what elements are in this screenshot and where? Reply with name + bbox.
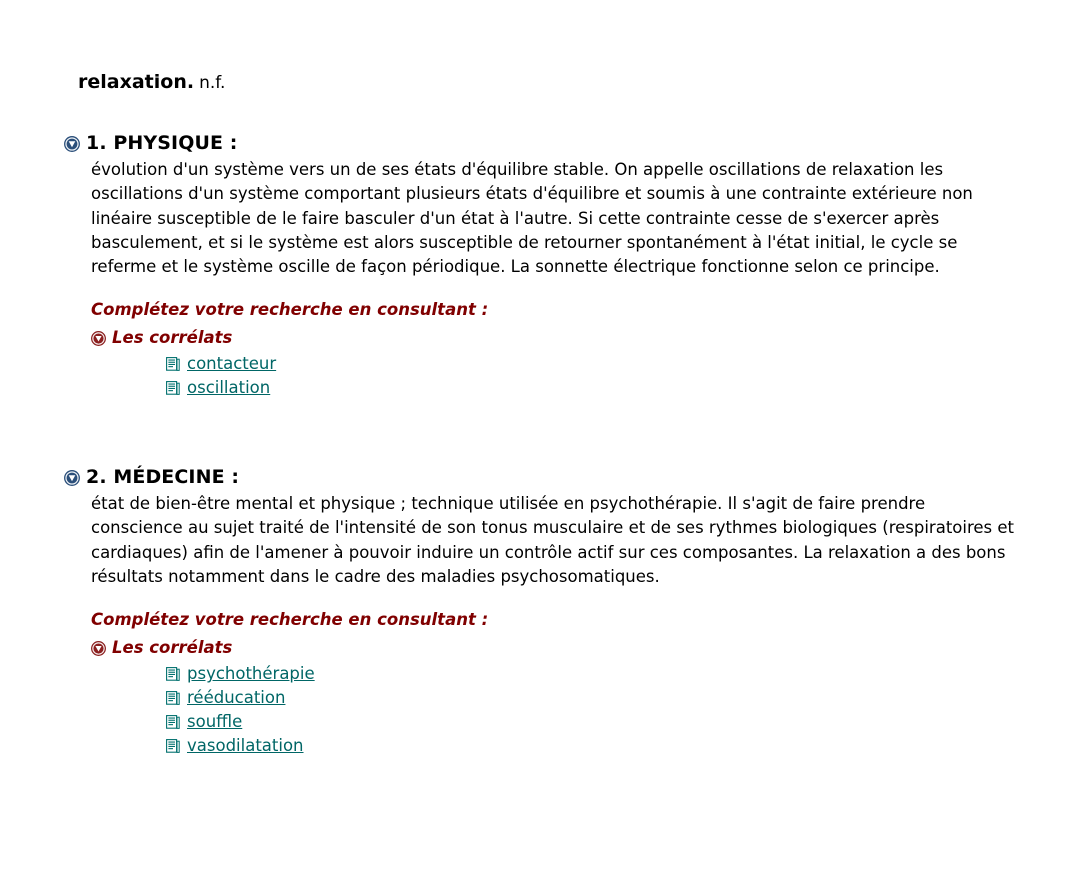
sense-heading-label: 2. MÉDECINE : (86, 466, 240, 488)
sense-heading-label: 1. PHYSIQUE : (86, 132, 238, 154)
page-title: relaxation. (78, 71, 195, 93)
correlat-link[interactable]: contacteur (187, 353, 276, 374)
list-item: vasodilatation (166, 735, 1024, 759)
correlat-link[interactable]: rééducation (187, 687, 285, 708)
correlat-link[interactable]: oscillation (187, 377, 270, 398)
correlats-link-list-2: psychothérapie rééducation souffle vasod… (91, 663, 1024, 759)
complete-research-title: Complétez votre recherche en consultant … (91, 610, 489, 630)
triangle-down-circle-red-icon (91, 641, 106, 657)
correlat-link[interactable]: souffle (187, 711, 242, 732)
triangle-down-circle-blue-icon (64, 136, 80, 152)
sense-definition-text: évolution d'un système vers un de ses ét… (91, 160, 973, 277)
correlats-label: Les corrélats (112, 328, 233, 348)
complete-research-block-1: Complétez votre recherche en consultant … (64, 299, 1024, 401)
document-icon (166, 715, 180, 730)
correlats-label: Les corrélats (112, 638, 233, 658)
correlats-heading-1: Les corrélats (91, 328, 1024, 348)
list-item: oscillation (166, 377, 1024, 401)
part-of-speech: n.f. (199, 73, 226, 93)
list-item: rééducation (166, 687, 1024, 711)
correlats-heading-2: Les corrélats (91, 638, 1024, 658)
document-icon (166, 357, 180, 372)
document-icon (166, 739, 180, 754)
list-item: contacteur (166, 353, 1024, 377)
document-icon (166, 691, 180, 706)
triangle-down-circle-red-icon (91, 331, 106, 347)
sense-section-2: 2. MÉDECINE : état de bien-être mental e… (64, 466, 1024, 759)
list-item: psychothérapie (166, 663, 1024, 687)
list-item: souffle (166, 711, 1024, 735)
correlat-link[interactable]: vasodilatation (187, 735, 304, 756)
correlats-link-list-1: contacteur oscillation (91, 353, 1024, 401)
sense-heading-1: 1. PHYSIQUE : (64, 132, 1024, 156)
dictionary-entry-page: relaxation. n.f. 1. PHYSIQUE : évolution … (0, 0, 1077, 873)
complete-research-block-2: Complétez votre recherche en consultant … (64, 609, 1024, 759)
sense-section-1: 1. PHYSIQUE : évolution d'un système ver… (64, 132, 1024, 401)
document-icon (166, 381, 180, 396)
sense-heading-2: 2. MÉDECINE : (64, 466, 1024, 490)
complete-research-title: Complétez votre recherche en consultant … (91, 300, 489, 320)
triangle-down-circle-blue-icon (64, 470, 80, 486)
sense-definition-text: état de bien-être mental et physique ; t… (91, 494, 1015, 586)
document-icon (166, 667, 180, 682)
correlat-link[interactable]: psychothérapie (187, 663, 315, 684)
entry-headword-line: relaxation. n.f. (78, 70, 225, 95)
